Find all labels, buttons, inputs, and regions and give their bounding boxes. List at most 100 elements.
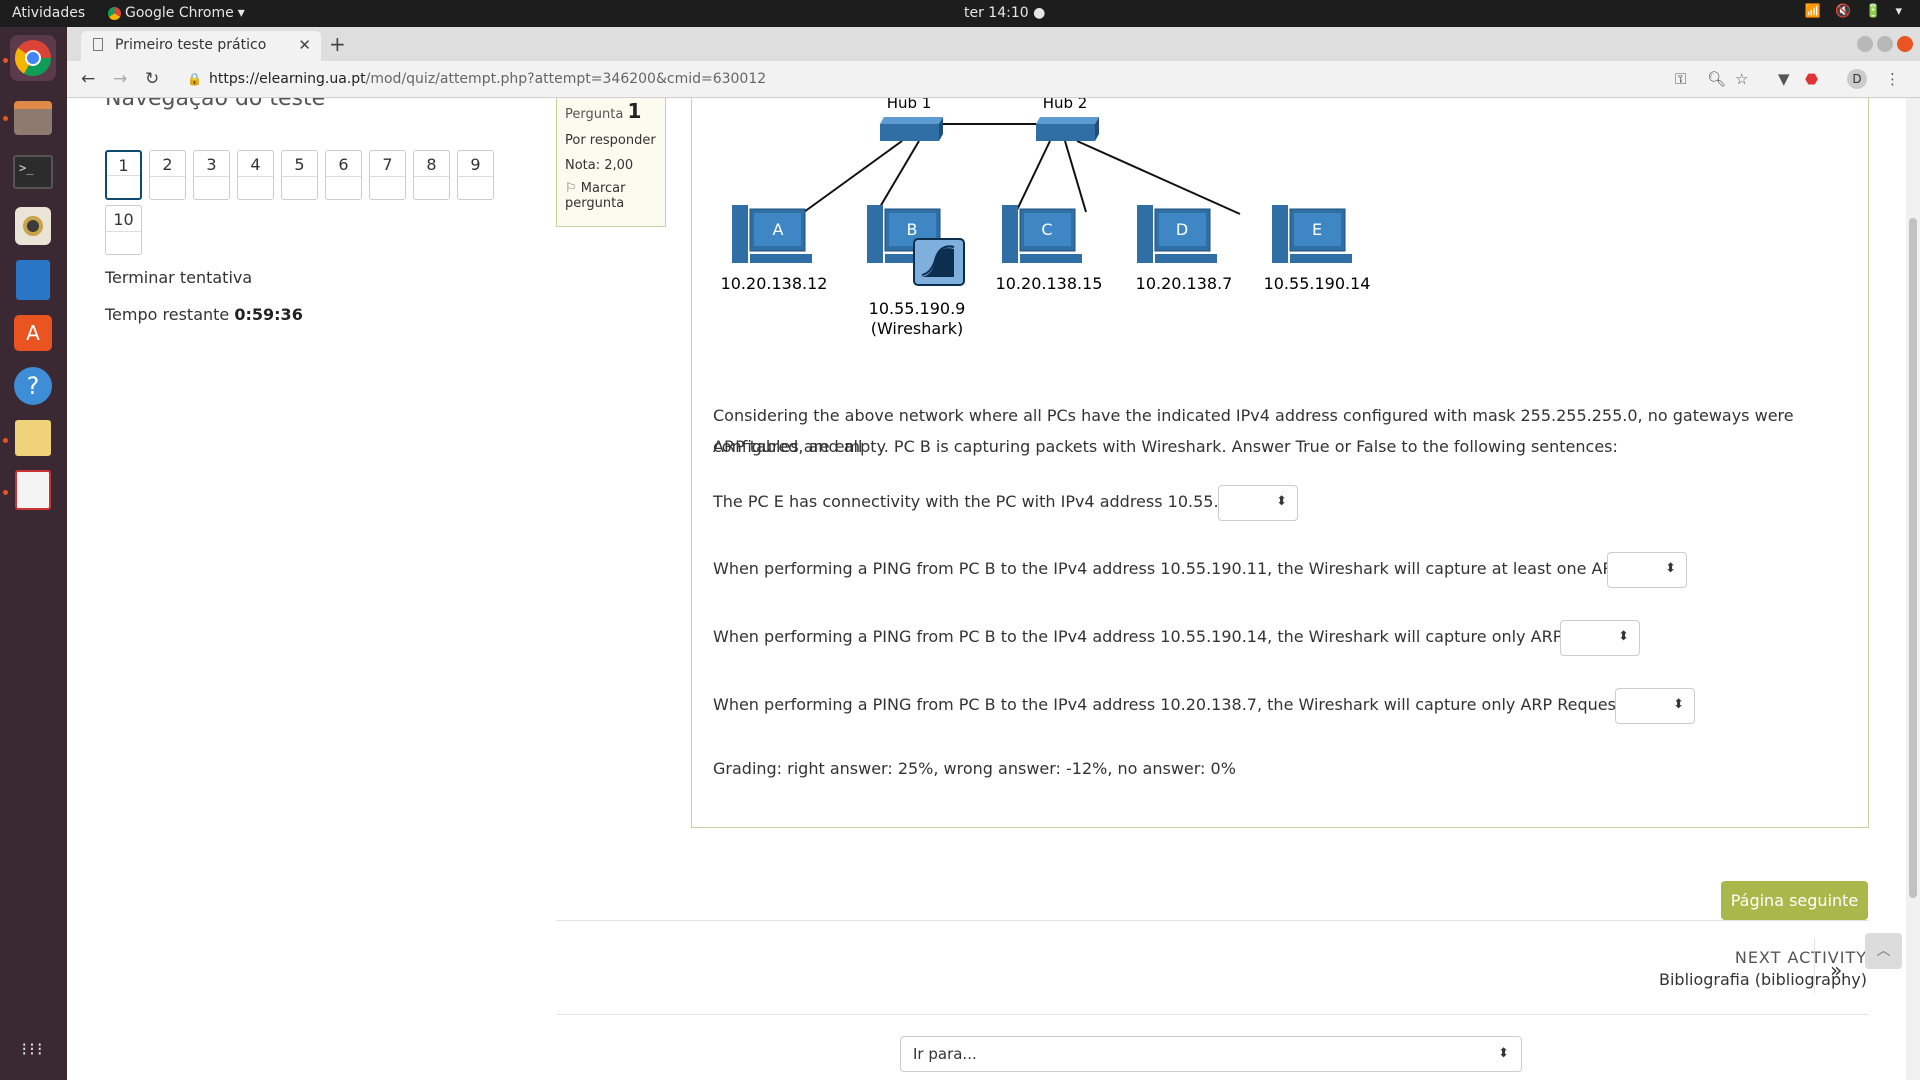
answer-select-3[interactable]: [1560, 620, 1640, 656]
reload-icon[interactable]: ↻: [145, 69, 159, 89]
lock-icon: 🔒: [187, 72, 202, 86]
key-icon[interactable]: ⚿: [1675, 70, 1686, 88]
pc-c-label: C: [1041, 220, 1052, 239]
question-status: Por responder: [565, 133, 656, 148]
address-bar[interactable]: 🔒 https://elearning.ua.pt/mod/quiz/attem…: [177, 65, 1722, 94]
document-icon: [93, 38, 103, 51]
next-page-button[interactable]: Página seguinte: [1721, 881, 1868, 920]
close-window-button[interactable]: [1897, 36, 1913, 52]
sentence-3: When performing a PING from PC B to the …: [713, 627, 1635, 646]
question-nav-button[interactable]: 10: [105, 205, 142, 255]
question-number: Pergunta 1: [565, 99, 641, 123]
sentence-2: When performing a PING from PC B to the …: [713, 559, 1687, 578]
pc-a: A 10.20.138.12: [721, 205, 827, 293]
url-text: https://elearning.ua.pt/mod/quiz/attempt…: [209, 65, 766, 94]
software-icon[interactable]: A: [10, 310, 56, 356]
scrollbar-thumb[interactable]: [1909, 218, 1917, 898]
text-editor-icon[interactable]: [10, 415, 56, 461]
chrome-icon[interactable]: [10, 35, 56, 81]
tab-strip: Primeiro teste prático ✕ +: [67, 27, 1920, 61]
jump-to-select[interactable]: Ir para... ⬍: [900, 1036, 1522, 1072]
question-nav-number: 2: [162, 155, 173, 174]
link-e: [1076, 140, 1241, 215]
question-nav-number: 10: [113, 210, 134, 229]
rhythmbox-icon[interactable]: [10, 203, 56, 249]
activities-button[interactable]: Atividades: [12, 5, 85, 21]
forward-icon[interactable]: →: [113, 69, 127, 89]
pc-d: D 10.20.138.7: [1136, 205, 1232, 293]
evince-icon[interactable]: [10, 467, 56, 513]
question-label: Pergunta: [565, 107, 624, 122]
question-nav-button[interactable]: 7: [369, 150, 406, 200]
question-nav-button[interactable]: 6: [325, 150, 362, 200]
show-apps-icon[interactable]: ⁝⁝⁝: [10, 1027, 56, 1073]
new-tab-button[interactable]: +: [329, 32, 346, 56]
pc-e-ip: 10.55.190.14: [1264, 274, 1371, 293]
extension-icon[interactable]: ▼: [1778, 70, 1790, 88]
running-indicator: [3, 490, 8, 495]
running-indicator: [3, 438, 8, 443]
ubuntu-dock: >_ A ? ⁝⁝⁝: [0, 27, 67, 1080]
zoom-icon[interactable]: 🔍︎: [1707, 70, 1726, 88]
time-remaining: Tempo restante 0:59:36: [105, 305, 303, 324]
double-chevron-right-icon[interactable]: »: [1830, 958, 1842, 982]
writer-icon[interactable]: [10, 257, 56, 303]
divider: [556, 1014, 1869, 1015]
question-info-box: Pergunta 1 Por responder Nota: 2,00 ⚐ Ma…: [556, 98, 666, 227]
grid-dots: ⁝⁝⁝: [21, 1039, 45, 1060]
answer-select-1[interactable]: [1218, 485, 1298, 521]
tab-close-icon[interactable]: ✕: [298, 36, 311, 54]
pc-b: B 10.55.190.9 (Wireshark): [867, 205, 965, 338]
minimize-button[interactable]: [1857, 36, 1873, 52]
question-nav-button[interactable]: 8: [413, 150, 450, 200]
question-nav-button[interactable]: 2: [149, 150, 186, 200]
question-intro-line-2: ARP tables are empty. PC B is capturing …: [713, 437, 1618, 456]
volume-icon: 🔇: [1835, 4, 1852, 19]
time-label: Tempo restante: [105, 305, 230, 324]
caret-down-icon: ▾: [237, 5, 245, 21]
page-content: Navegação do teste 1 2 3 4 5 6 7 8 9 10 …: [67, 98, 1905, 1080]
profile-avatar[interactable]: D: [1847, 69, 1867, 89]
answer-select-4[interactable]: [1615, 688, 1695, 724]
question-nav-number: 8: [426, 155, 437, 174]
tab-active[interactable]: Primeiro teste prático ✕: [81, 31, 321, 61]
menu-kebab-icon[interactable]: ⋮: [1885, 70, 1900, 88]
page-scrollbar[interactable]: [1906, 98, 1920, 1080]
caret-down-icon: ▾: [1895, 4, 1902, 19]
flag-question-link[interactable]: ⚐ Marcar pergunta: [565, 181, 657, 211]
system-top-bar: Atividades Google Chrome ▾ ter 14:10 ● 📶…: [0, 0, 1920, 27]
extension-stop-icon[interactable]: ⬣: [1805, 70, 1818, 88]
answer-select-2[interactable]: [1607, 552, 1687, 588]
files-icon[interactable]: [10, 95, 56, 141]
question-nav-number: 4: [250, 155, 261, 174]
app-menu[interactable]: Google Chrome ▾: [108, 5, 245, 21]
next-activity-link[interactable]: Bibliografia (bibliography): [1467, 970, 1867, 989]
question-nav-button[interactable]: 5: [281, 150, 318, 200]
pc-c: C 10.20.138.15: [996, 205, 1102, 293]
browser-toolbar: ← → ↻ 🔒 https://elearning.ua.pt/mod/quiz…: [67, 61, 1920, 98]
link-a: [803, 140, 903, 213]
link-b: [876, 140, 920, 213]
clock[interactable]: ter 14:10 ●: [964, 5, 1045, 21]
help-icon[interactable]: ?: [10, 363, 56, 409]
star-icon[interactable]: ☆: [1735, 70, 1748, 88]
system-tray[interactable]: 📶 🔇 🔋 ▾: [1805, 4, 1902, 19]
pc-d-label: D: [1176, 220, 1188, 239]
question-nav-button[interactable]: 3: [193, 150, 230, 200]
question-nav-button[interactable]: 1: [105, 150, 142, 200]
wireshark-icon: [913, 238, 965, 286]
back-icon[interactable]: ←: [81, 69, 95, 89]
back-to-top-button[interactable]: ︿: [1865, 933, 1902, 969]
finish-attempt-link[interactable]: Terminar tentativa: [105, 268, 252, 287]
maximize-button[interactable]: [1877, 36, 1893, 52]
question-nav-number: 9: [470, 155, 481, 174]
question-nav-button[interactable]: 9: [457, 150, 494, 200]
running-indicator: [3, 116, 8, 121]
url-host: https://elearning.ua.pt: [209, 71, 366, 87]
hub-1-label: Hub 1: [887, 98, 932, 112]
app-menu-label: Google Chrome: [125, 5, 234, 21]
question-nav-number: 1: [118, 156, 129, 175]
question-nav-button[interactable]: 4: [237, 150, 274, 200]
pc-a-label: A: [773, 220, 784, 239]
terminal-icon[interactable]: >_: [10, 149, 56, 195]
